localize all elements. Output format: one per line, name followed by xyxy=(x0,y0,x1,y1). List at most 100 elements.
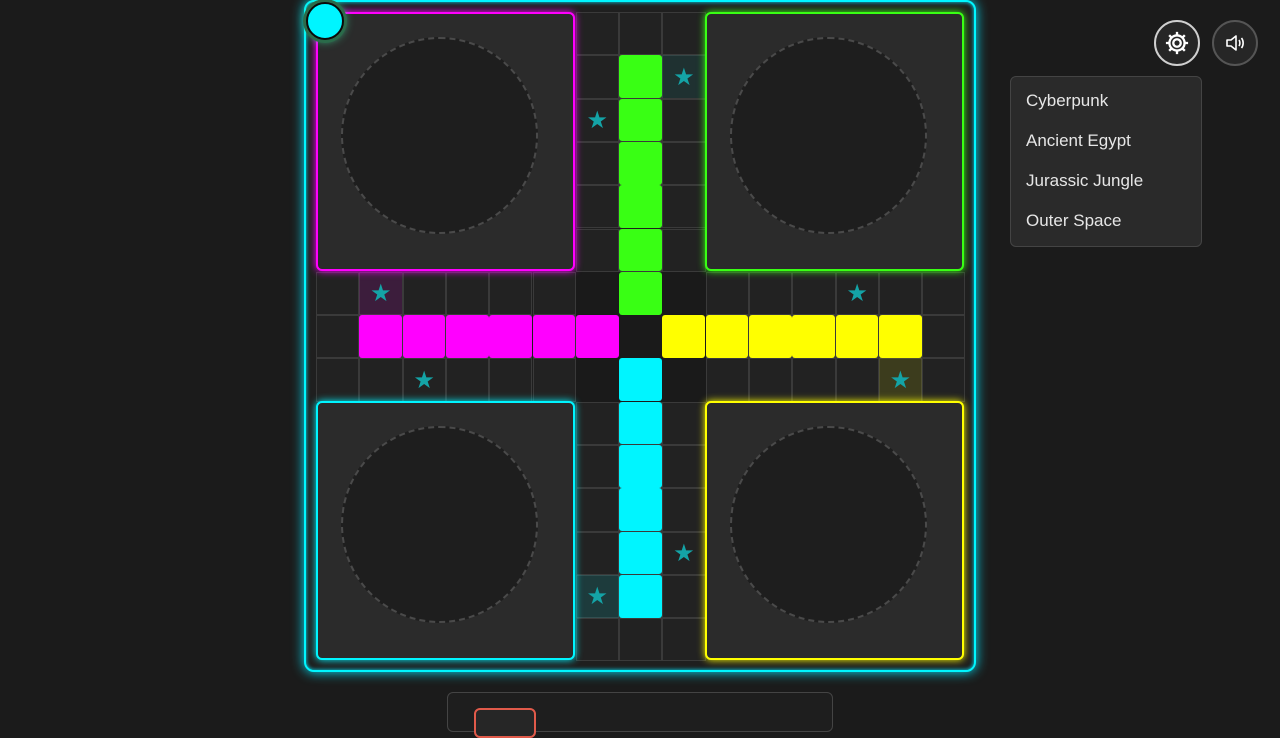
track-cell[interactable] xyxy=(619,12,663,56)
green-home-lane-tile xyxy=(619,271,662,315)
yellow-home-lane-tile xyxy=(705,315,749,358)
dice-button[interactable] xyxy=(474,708,536,738)
track-cell[interactable] xyxy=(575,358,620,402)
token-slot-ring xyxy=(341,37,538,234)
cyan-home-lane-tile xyxy=(619,358,662,402)
track-cell[interactable] xyxy=(662,618,706,662)
yellow-home-lane-tile xyxy=(662,315,706,358)
yellow-home-lane-tile xyxy=(749,315,792,358)
track-cell[interactable] xyxy=(662,185,706,229)
theme-item-ancient-egypt[interactable]: Ancient Egypt xyxy=(1011,129,1201,169)
track-cell[interactable] xyxy=(402,271,446,316)
track-cell[interactable] xyxy=(575,141,620,186)
yellow-home-lane-tile xyxy=(835,315,879,358)
track-cell[interactable] xyxy=(575,531,620,575)
track-cell[interactable] xyxy=(705,358,749,402)
track-cell[interactable] xyxy=(316,271,360,316)
cyan-home-lane-tile xyxy=(619,445,662,488)
safe-star-icon: ★ xyxy=(586,106,609,135)
track-cell[interactable] xyxy=(316,358,360,402)
cyan-home-lane-tile xyxy=(619,574,662,618)
track-cell[interactable] xyxy=(359,358,403,402)
safe-star-icon: ★ xyxy=(575,574,619,618)
track-cell[interactable] xyxy=(489,358,533,402)
green-home-lane-tile xyxy=(619,55,662,99)
token-slot-ring xyxy=(730,37,927,234)
green-home-lane-tile xyxy=(619,98,662,142)
gear-icon xyxy=(1165,31,1189,55)
magenta-home-lane-tile xyxy=(575,315,619,358)
settings-button[interactable] xyxy=(1154,20,1200,66)
track-cell[interactable] xyxy=(489,271,533,316)
theme-item-jurassic-jungle[interactable]: Jurassic Jungle xyxy=(1011,169,1201,209)
track-cell[interactable] xyxy=(575,271,620,316)
track-cell[interactable] xyxy=(662,271,706,316)
track-cell[interactable] xyxy=(575,55,620,99)
track-cell[interactable] xyxy=(575,228,620,272)
green-home-lane-tile xyxy=(619,141,662,185)
cyan-home-base xyxy=(316,401,575,660)
token-slot-ring xyxy=(341,426,538,623)
track-cell[interactable] xyxy=(662,445,706,489)
track-cell[interactable] xyxy=(619,618,663,662)
track-cell[interactable] xyxy=(575,618,620,662)
theme-item-outer-space[interactable]: Outer Space xyxy=(1011,209,1201,249)
track-cell[interactable] xyxy=(575,185,620,229)
track-cell[interactable] xyxy=(792,358,836,402)
track-cell[interactable] xyxy=(662,141,706,186)
track-cell[interactable] xyxy=(749,358,793,402)
track-cell[interactable] xyxy=(575,401,620,445)
yellow-home-base xyxy=(705,401,964,660)
track-cell[interactable] xyxy=(619,315,663,359)
green-home-lane-tile xyxy=(619,228,662,272)
theme-item-cyberpunk[interactable]: Cyberpunk xyxy=(1011,89,1201,129)
magenta-home-lane-tile xyxy=(532,315,576,358)
safe-star-icon: ★ xyxy=(413,365,435,394)
speaker-icon xyxy=(1226,35,1244,51)
track-cell[interactable] xyxy=(922,315,966,359)
token-slot-ring xyxy=(730,426,927,623)
track-cell[interactable] xyxy=(575,488,620,532)
yellow-home-lane-tile xyxy=(792,315,836,358)
safe-star-icon: ★ xyxy=(673,539,695,568)
dice-panel xyxy=(447,692,833,738)
green-home-base xyxy=(705,12,964,271)
magenta-home-lane-tile xyxy=(445,315,489,358)
track-cell[interactable] xyxy=(662,358,706,402)
cyan-home-lane-tile xyxy=(619,531,662,575)
track-cell[interactable] xyxy=(575,12,620,56)
track-cell[interactable] xyxy=(662,574,706,619)
sound-button[interactable] xyxy=(1212,20,1258,66)
safe-star-icon: ★ xyxy=(878,358,922,402)
track-cell[interactable] xyxy=(662,488,706,532)
track-cell[interactable] xyxy=(922,358,966,402)
safe-star-icon: ★ xyxy=(846,279,868,308)
magenta-home-lane-tile xyxy=(359,315,403,358)
track-cell[interactable] xyxy=(835,358,879,402)
track-cell[interactable] xyxy=(662,401,706,445)
magenta-home-base xyxy=(316,12,575,271)
track-cell[interactable] xyxy=(532,358,576,402)
track-cell[interactable] xyxy=(662,12,706,56)
track-cell[interactable] xyxy=(705,271,749,316)
safe-star-icon: ★ xyxy=(662,55,706,99)
track-cell[interactable] xyxy=(922,271,966,316)
track-cell[interactable] xyxy=(445,358,490,402)
track-cell[interactable] xyxy=(575,445,620,489)
track-cell[interactable] xyxy=(532,271,576,316)
green-home-lane-tile xyxy=(619,185,662,228)
track-cell[interactable] xyxy=(445,271,490,316)
track-cell[interactable] xyxy=(792,271,836,316)
cyan-token[interactable] xyxy=(306,2,344,40)
track-cell[interactable] xyxy=(878,271,923,316)
theme-menu: Cyberpunk Ancient Egypt Jurassic Jungle … xyxy=(1010,76,1202,247)
track-cell[interactable] xyxy=(662,228,706,272)
safe-star-icon: ★ xyxy=(359,271,403,315)
track-cell[interactable] xyxy=(749,271,793,316)
track-cell[interactable] xyxy=(662,98,706,142)
yellow-home-lane-tile xyxy=(878,315,922,358)
cyan-home-lane-tile xyxy=(619,401,662,445)
cyan-home-lane-tile xyxy=(619,488,662,532)
magenta-home-lane-tile xyxy=(489,315,532,358)
track-cell[interactable] xyxy=(316,315,360,359)
